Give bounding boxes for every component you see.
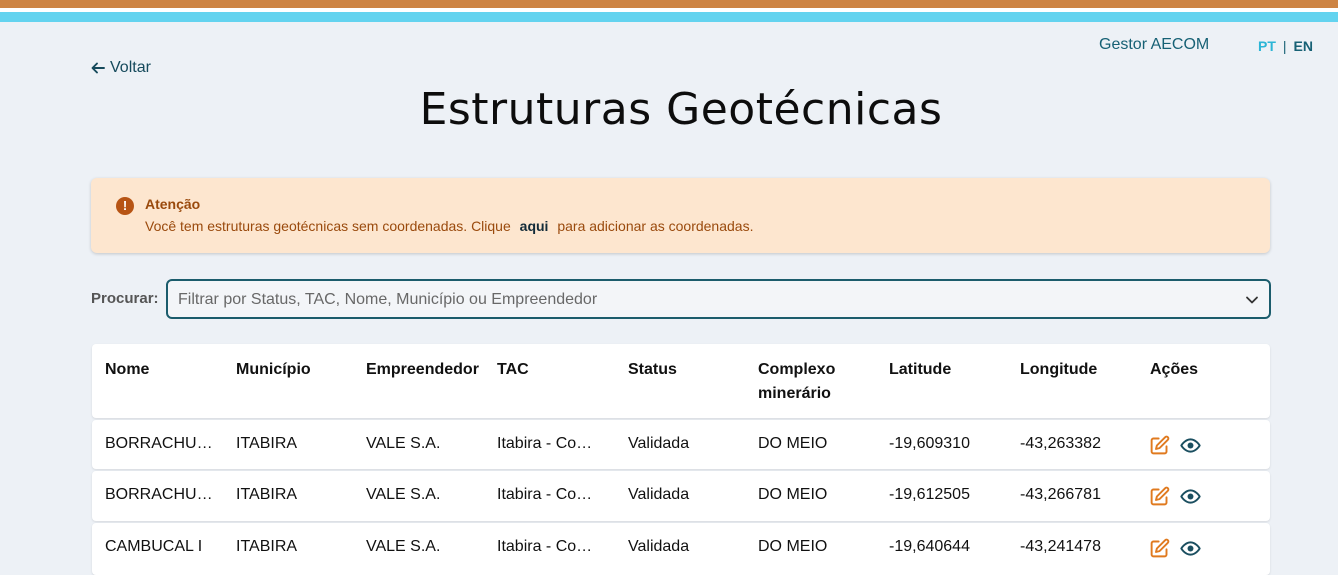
table-header: Nome Município Empreendedor TAC Status C… [92, 344, 1270, 418]
col-header-complexo[interactable]: Complexo minerário [758, 358, 848, 406]
cell-empreendedor: VALE S.A. [366, 538, 441, 555]
back-link[interactable]: Voltar [90, 59, 151, 77]
search-input[interactable] [176, 281, 1240, 319]
cell-empreendedor: VALE S.A. [366, 486, 441, 503]
page-title: Estruturas Geotécnicas [419, 84, 943, 135]
col-header-empreendedor[interactable]: Empreendedor [366, 358, 486, 382]
cell-latitude: -19,609310 [889, 435, 970, 452]
cell-longitude: -43,266781 [1020, 486, 1101, 503]
col-header-status[interactable]: Status [628, 358, 738, 382]
edit-icon[interactable] [1149, 435, 1170, 456]
cell-longitude: -43,263382 [1020, 435, 1101, 452]
top-stripe-orange [0, 0, 1338, 8]
cell-latitude: -19,612505 [889, 486, 970, 503]
eye-icon[interactable] [1180, 435, 1201, 456]
cell-tac: Itabira - Complexo [497, 435, 600, 452]
language-switcher: PT | EN [1258, 38, 1313, 54]
warning-alert: ! Atenção Você tem estruturas geotécnica… [91, 178, 1270, 253]
search-filter[interactable] [166, 279, 1271, 319]
lang-separator: | [1282, 38, 1287, 54]
cell-latitude: -19,640644 [889, 538, 970, 555]
col-header-tac[interactable]: TAC [497, 358, 600, 382]
cell-nome: CAMBUCAL I [105, 538, 203, 555]
table-row[interactable]: CAMBUCAL I ITABIRA VALE S.A. Itabira - C… [92, 523, 1270, 575]
cell-nome: BORRACHUDO [105, 435, 213, 452]
col-header-acoes: Ações [1150, 361, 1199, 378]
cell-nome: BORRACHUDO II [105, 486, 213, 503]
table-row[interactable]: BORRACHUDO ITABIRA VALE S.A. Itabira - C… [92, 420, 1270, 469]
lang-en[interactable]: EN [1294, 38, 1313, 54]
cell-complexo: DO MEIO [758, 538, 828, 555]
cell-status: Validada [628, 486, 690, 503]
cell-complexo: DO MEIO [758, 486, 828, 503]
alert-title: Atenção [145, 196, 201, 212]
alert-link[interactable]: aqui [520, 218, 549, 234]
cell-municipio: ITABIRA [236, 435, 298, 452]
col-header-nome[interactable]: Nome [105, 358, 213, 382]
cell-tac: Itabira - Complexo [497, 486, 600, 503]
back-label: Voltar [110, 59, 151, 76]
edit-icon[interactable] [1149, 538, 1170, 559]
search-label: Procurar: [91, 290, 159, 307]
alert-message: Você tem estruturas geotécnicas sem coor… [145, 218, 753, 234]
cell-longitude: -43,241478 [1020, 538, 1101, 555]
col-header-municipio[interactable]: Município [236, 358, 356, 382]
cell-tac: Itabira - Complexo [497, 538, 600, 555]
edit-icon[interactable] [1149, 486, 1170, 507]
col-header-longitude[interactable]: Longitude [1020, 358, 1130, 382]
cell-empreendedor: VALE S.A. [366, 435, 441, 452]
lang-pt[interactable]: PT [1258, 38, 1276, 54]
table-row[interactable]: BORRACHUDO II ITABIRA VALE S.A. Itabira … [92, 471, 1270, 521]
arrow-left-icon [91, 62, 105, 74]
alert-message-text-2: para adicionar as coordenadas. [557, 218, 754, 234]
cell-municipio: ITABIRA [236, 486, 298, 503]
eye-icon[interactable] [1180, 486, 1201, 507]
row-actions [1149, 486, 1201, 507]
cell-status: Validada [628, 435, 690, 452]
chevron-down-icon[interactable] [1245, 293, 1259, 307]
cell-municipio: ITABIRA [236, 538, 298, 555]
alert-message-text: Você tem estruturas geotécnicas sem coor… [145, 218, 511, 234]
row-actions [1149, 435, 1201, 456]
cell-status: Validada [628, 538, 690, 555]
cell-complexo: DO MEIO [758, 435, 828, 452]
user-name[interactable]: Gestor AECOM [1099, 36, 1209, 54]
top-stripe-blue [0, 12, 1338, 22]
row-actions [1149, 538, 1201, 559]
eye-icon[interactable] [1180, 538, 1201, 559]
exclamation-circle-icon: ! [116, 197, 134, 215]
col-header-latitude[interactable]: Latitude [889, 358, 999, 382]
